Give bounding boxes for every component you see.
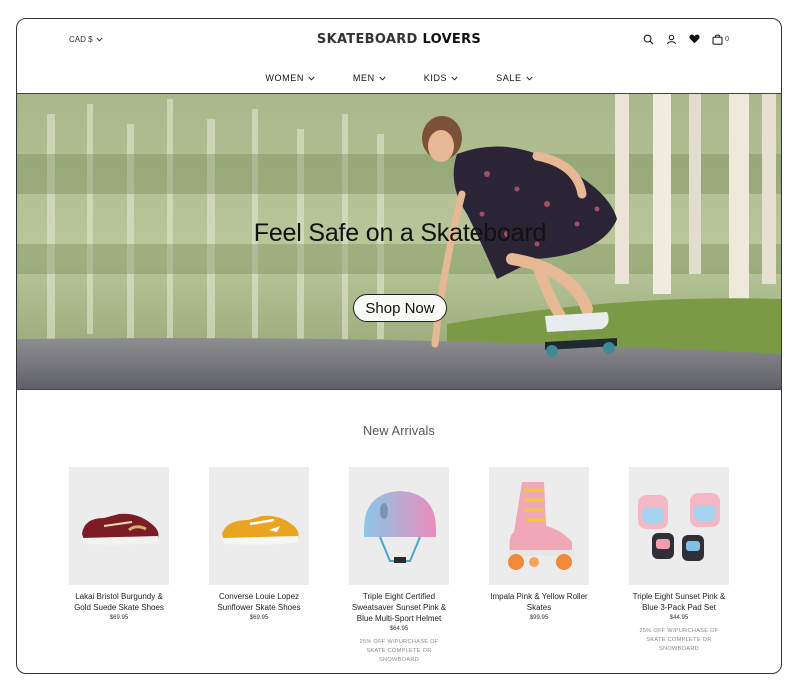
chevron-down-icon — [526, 73, 533, 83]
heart-icon[interactable] — [688, 33, 700, 45]
product-image[interactable] — [209, 467, 309, 585]
product-name[interactable]: Triple Eight Sunset Pink & Blue 3-Pack P… — [629, 591, 729, 613]
user-icon[interactable] — [665, 33, 677, 45]
product-promo: 25% OFF W/PURCHASE OF SKATE COMPLETE OR … — [639, 628, 719, 652]
chevron-down-icon — [379, 73, 386, 83]
product-price: $64.95 — [389, 626, 409, 632]
nav-item-men[interactable]: MEN — [353, 73, 386, 83]
product-name[interactable]: Triple Eight Certified Sweatsaver Sunset… — [349, 591, 449, 624]
cart-icon — [711, 33, 723, 45]
product-image[interactable] — [489, 467, 589, 585]
product-price: $99.95 — [529, 615, 549, 621]
nav-label: MEN — [352, 73, 375, 83]
product-image[interactable] — [629, 467, 729, 585]
logo-text-2: LOVERS — [422, 32, 482, 47]
nav-label: WOMEN — [265, 73, 304, 83]
cart-button[interactable]: 0 — [711, 33, 729, 45]
product-card[interactable]: Impala Pink & Yellow Roller Skates $99.9… — [489, 467, 589, 665]
product-card[interactable]: Converse Louie Lopez Sunflower Skate Sho… — [209, 467, 309, 665]
product-promo: 25% OFF W/PURCHASE OF SKATE COMPLETE OR … — [359, 639, 439, 663]
nav-item-sale[interactable]: SALE — [496, 73, 533, 83]
product-price: $44.95 — [669, 615, 689, 621]
new-arrivals-title: New Arrivals — [363, 424, 435, 438]
main-nav: WOMEN MEN KIDS SALE — [17, 73, 781, 83]
header-icons: 0 — [642, 33, 729, 45]
product-name[interactable]: Converse Louie Lopez Sunflower Skate Sho… — [209, 591, 309, 613]
product-card[interactable]: Triple Eight Certified Sweatsaver Sunset… — [349, 467, 449, 665]
hero-title: Feel Safe on a Skateboard — [253, 219, 547, 247]
product-image[interactable] — [349, 467, 449, 585]
chevron-down-icon — [308, 73, 315, 83]
nav-label: SALE — [496, 73, 522, 83]
nav-item-kids[interactable]: KIDS — [424, 73, 458, 83]
nav-item-women[interactable]: WOMEN — [265, 73, 315, 83]
product-grid: Lakai Bristol Burgundy & Gold Suede Skat… — [69, 467, 729, 665]
product-image[interactable] — [69, 467, 169, 585]
search-icon[interactable] — [642, 33, 654, 45]
product-card[interactable]: Triple Eight Sunset Pink & Blue 3-Pack P… — [629, 467, 729, 665]
shop-now-button[interactable]: Shop Now — [353, 294, 447, 322]
product-name[interactable]: Lakai Bristol Burgundy & Gold Suede Skat… — [69, 591, 169, 613]
page-frame: CAD $ SKATEBOARD LOVERS 0 WOMEN MEN KIDS… — [16, 18, 782, 674]
header: CAD $ SKATEBOARD LOVERS 0 — [17, 19, 781, 63]
product-price: $69.95 — [249, 615, 269, 621]
logo-text-1: SKATEBOARD — [316, 32, 418, 47]
hero-banner: Feel Safe on a Skateboard Shop Now — [17, 93, 781, 390]
product-name[interactable]: Impala Pink & Yellow Roller Skates — [489, 591, 589, 613]
cart-count: 0 — [725, 35, 729, 43]
product-card[interactable]: Lakai Bristol Burgundy & Gold Suede Skat… — [69, 467, 169, 665]
chevron-down-icon — [451, 73, 458, 83]
product-price: $69.95 — [109, 615, 129, 621]
nav-label: KIDS — [423, 73, 448, 83]
